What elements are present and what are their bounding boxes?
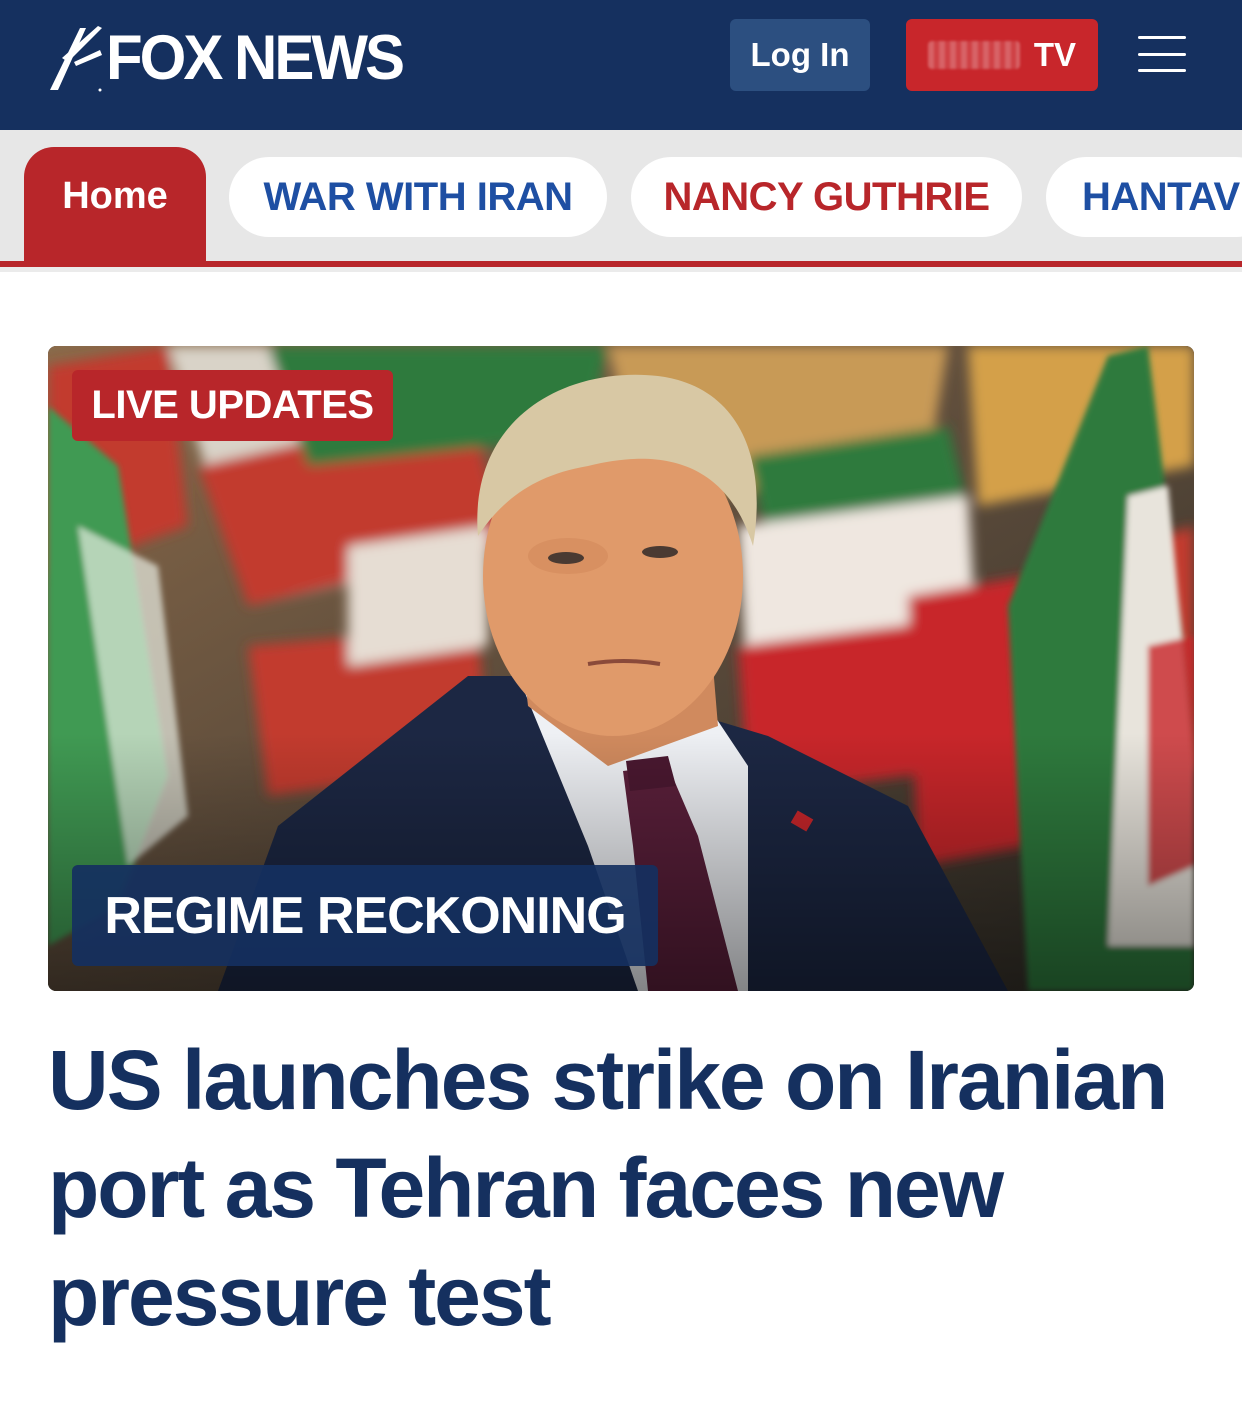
logo-wordmark: FOX NEWS (106, 22, 405, 93)
live-updates-badge: LIVE UPDATES (72, 370, 393, 441)
fox-nation-tv-button[interactable]: TV (906, 19, 1098, 91)
site-header: FOX NEWS Log In TV (0, 0, 1242, 130)
tab-war-with-iran[interactable]: WAR WITH IRAN (229, 157, 607, 237)
log-in-button[interactable]: Log In (730, 19, 870, 91)
tab-hantavirus[interactable]: HANTAV (1046, 157, 1242, 237)
fox-news-logo-mark-icon (50, 26, 102, 92)
tv-button-label: TV (1033, 36, 1076, 73)
tab-nancy-guthrie[interactable]: NANCY GUTHRIE (631, 157, 1022, 237)
fox-news-logo[interactable]: FOX NEWS (46, 22, 405, 94)
hamburger-menu-icon[interactable] (1138, 36, 1190, 72)
tab-home[interactable]: Home (24, 147, 206, 267)
nav-divider-gray (0, 267, 1242, 272)
story-kicker-badge: REGIME RECKONING (72, 865, 658, 966)
article-headline[interactable]: US launches strike on Iranian port as Te… (48, 1026, 1208, 1350)
tv-brand-redacted (928, 41, 1020, 69)
